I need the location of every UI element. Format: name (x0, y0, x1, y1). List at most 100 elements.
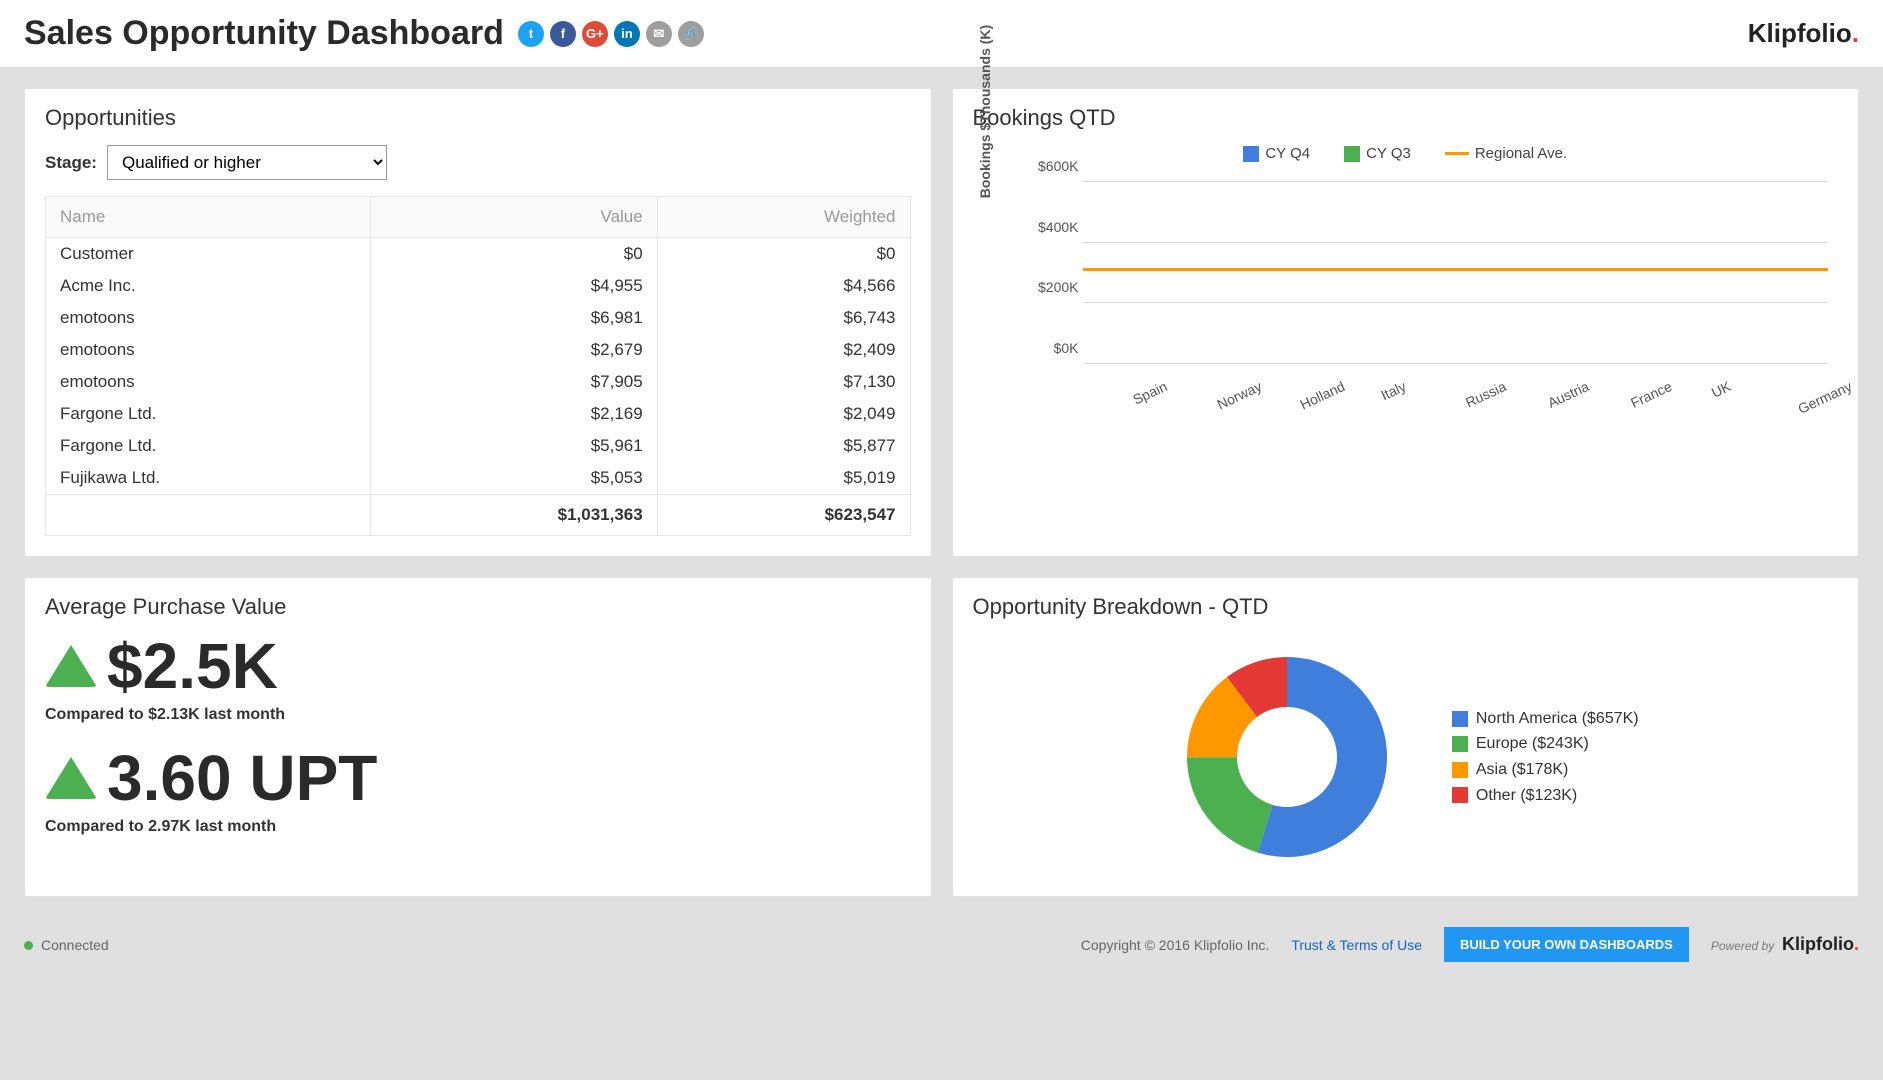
apv-kpi2: 3.60 UPT Compared to 2.97K last month (45, 746, 911, 836)
cell-name: emotoons (46, 302, 371, 334)
cell-value: $4,955 (370, 270, 657, 302)
linkedin-icon[interactable]: in (614, 21, 640, 47)
connection-status: Connected (24, 937, 109, 953)
opportunities-tbody: Customer$0$0Acme Inc.$4,955$4,566emotoon… (46, 238, 911, 495)
footer-brand-logo: Klipfolio. (1782, 934, 1859, 955)
col-name[interactable]: Name (46, 197, 371, 238)
legend-label: Other ($123K) (1476, 783, 1577, 809)
x-label: Norway (1215, 378, 1265, 413)
bookings-chart: Bookings $Thousands (K) $0K$200K$400K$60… (1029, 170, 1839, 400)
legend-swatch-icon (1452, 736, 1468, 752)
legend-avg: Regional Ave. (1445, 145, 1567, 162)
x-label: Holland (1297, 378, 1347, 413)
bookings-title: Bookings QTD (973, 105, 1839, 131)
bookings-card: Bookings QTD CY Q4 CY Q3 Regional Ave. B… (952, 88, 1860, 557)
table-row[interactable]: Fargone Ltd.$5,961$5,877 (46, 430, 911, 462)
donut-legend-item[interactable]: Other ($123K) (1452, 783, 1639, 809)
y-tick: $400K (1029, 219, 1079, 235)
x-label: Russia (1463, 378, 1509, 411)
opportunities-thead: Name Value Weighted (46, 197, 911, 238)
cell-value: $2,169 (370, 398, 657, 430)
cell-name: Fargone Ltd. (46, 398, 371, 430)
googleplus-icon[interactable]: G+ (582, 21, 608, 47)
connection-dot-icon (24, 941, 33, 950)
legend-swatch-icon (1452, 711, 1468, 727)
apv-kpi1-caption: Compared to $2.13K last month (45, 706, 911, 724)
cell-value: $0 (370, 238, 657, 271)
total-weighted: $623,547 (657, 495, 910, 536)
cta-button[interactable]: BUILD YOUR OWN DASHBOARDS (1444, 927, 1689, 962)
apv-kpi1-value: $2.5K (107, 634, 278, 698)
x-label: Spain (1131, 378, 1170, 408)
cell-name: Fujikawa Ltd. (46, 462, 371, 495)
donut-legend-item[interactable]: North America ($657K) (1452, 706, 1639, 732)
cell-weighted: $4,566 (657, 270, 910, 302)
header: Sales Opportunity Dashboard tfG+in✉🔗 Kli… (0, 0, 1883, 68)
main-grid: Opportunities Stage: Qualified or higher… (0, 68, 1883, 915)
col-value[interactable]: Value (370, 197, 657, 238)
x-label: Germany (1795, 378, 1854, 417)
trend-up-icon (45, 757, 97, 799)
swatch-py-icon (1344, 146, 1360, 162)
table-row[interactable]: Customer$0$0 (46, 238, 911, 271)
cell-name: Fargone Ltd. (46, 430, 371, 462)
gridline (1083, 181, 1829, 182)
donut-slice[interactable] (1187, 757, 1272, 852)
cell-name: Acme Inc. (46, 270, 371, 302)
table-row[interactable]: Acme Inc.$4,955$4,566 (46, 270, 911, 302)
title-area: Sales Opportunity Dashboard tfG+in✉🔗 (24, 14, 704, 53)
legend-py: CY Q3 (1344, 145, 1411, 162)
table-row[interactable]: Fujikawa Ltd.$5,053$5,019 (46, 462, 911, 495)
legend-cy: CY Q4 (1243, 145, 1310, 162)
apv-kpi2-caption: Compared to 2.97K last month (45, 818, 911, 836)
regional-avg-line (1083, 268, 1829, 271)
breakdown-title: Opportunity Breakdown - QTD (973, 594, 1839, 620)
cell-value: $5,961 (370, 430, 657, 462)
cell-weighted: $6,743 (657, 302, 910, 334)
donut-legend: North America ($657K)Europe ($243K)Asia … (1452, 706, 1639, 808)
apv-title: Average Purchase Value (45, 594, 911, 620)
donut-legend-item[interactable]: Europe ($243K) (1452, 731, 1639, 757)
cell-weighted: $2,049 (657, 398, 910, 430)
col-weighted[interactable]: Weighted (657, 197, 910, 238)
donut-chart (1172, 642, 1402, 872)
gridline (1083, 242, 1829, 243)
table-row[interactable]: emotoons$7,905$7,130 (46, 366, 911, 398)
y-axis-title: Bookings $Thousands (K) (977, 25, 993, 198)
bookings-legend: CY Q4 CY Q3 Regional Ave. (973, 145, 1839, 162)
gridline (1083, 302, 1829, 303)
link-icon[interactable]: 🔗 (678, 21, 704, 47)
opportunities-tfoot: $1,031,363 $623,547 (46, 495, 911, 536)
terms-link[interactable]: Trust & Terms of Use (1291, 937, 1422, 953)
donut-legend-item[interactable]: Asia ($178K) (1452, 757, 1639, 783)
table-row[interactable]: emotoons$2,679$2,409 (46, 334, 911, 366)
breakdown-card: Opportunity Breakdown - QTD North Americ… (952, 577, 1860, 897)
table-row[interactable]: emotoons$6,981$6,743 (46, 302, 911, 334)
cell-name: Customer (46, 238, 371, 271)
legend-label: Asia ($178K) (1476, 757, 1569, 783)
brand-text: Klipfolio (1748, 18, 1852, 48)
cell-value: $2,679 (370, 334, 657, 366)
x-label: France (1628, 378, 1674, 411)
y-tick: $200K (1029, 279, 1079, 295)
powered-by: Powered by Klipfolio. (1711, 934, 1859, 955)
brand-dot-icon: . (1852, 18, 1859, 48)
facebook-icon[interactable]: f (550, 21, 576, 47)
y-tick: $0K (1029, 340, 1079, 356)
footer: Connected Copyright © 2016 Klipfolio Inc… (0, 915, 1883, 974)
gridline (1083, 363, 1829, 364)
legend-label: North America ($657K) (1476, 706, 1639, 732)
cell-value: $5,053 (370, 462, 657, 495)
legend-label: Europe ($243K) (1476, 731, 1589, 757)
cell-weighted: $5,877 (657, 430, 910, 462)
twitter-icon[interactable]: t (518, 21, 544, 47)
table-row[interactable]: Fargone Ltd.$2,169$2,049 (46, 398, 911, 430)
y-tick: $600K (1029, 158, 1079, 174)
stage-select[interactable]: Qualified or higher (107, 145, 387, 180)
email-icon[interactable]: ✉ (646, 21, 672, 47)
share-icons: tfG+in✉🔗 (518, 21, 704, 47)
apv-kpi1: $2.5K Compared to $2.13K last month (45, 634, 911, 724)
cell-value: $7,905 (370, 366, 657, 398)
x-label: Austria (1545, 378, 1591, 411)
cell-weighted: $5,019 (657, 462, 910, 495)
